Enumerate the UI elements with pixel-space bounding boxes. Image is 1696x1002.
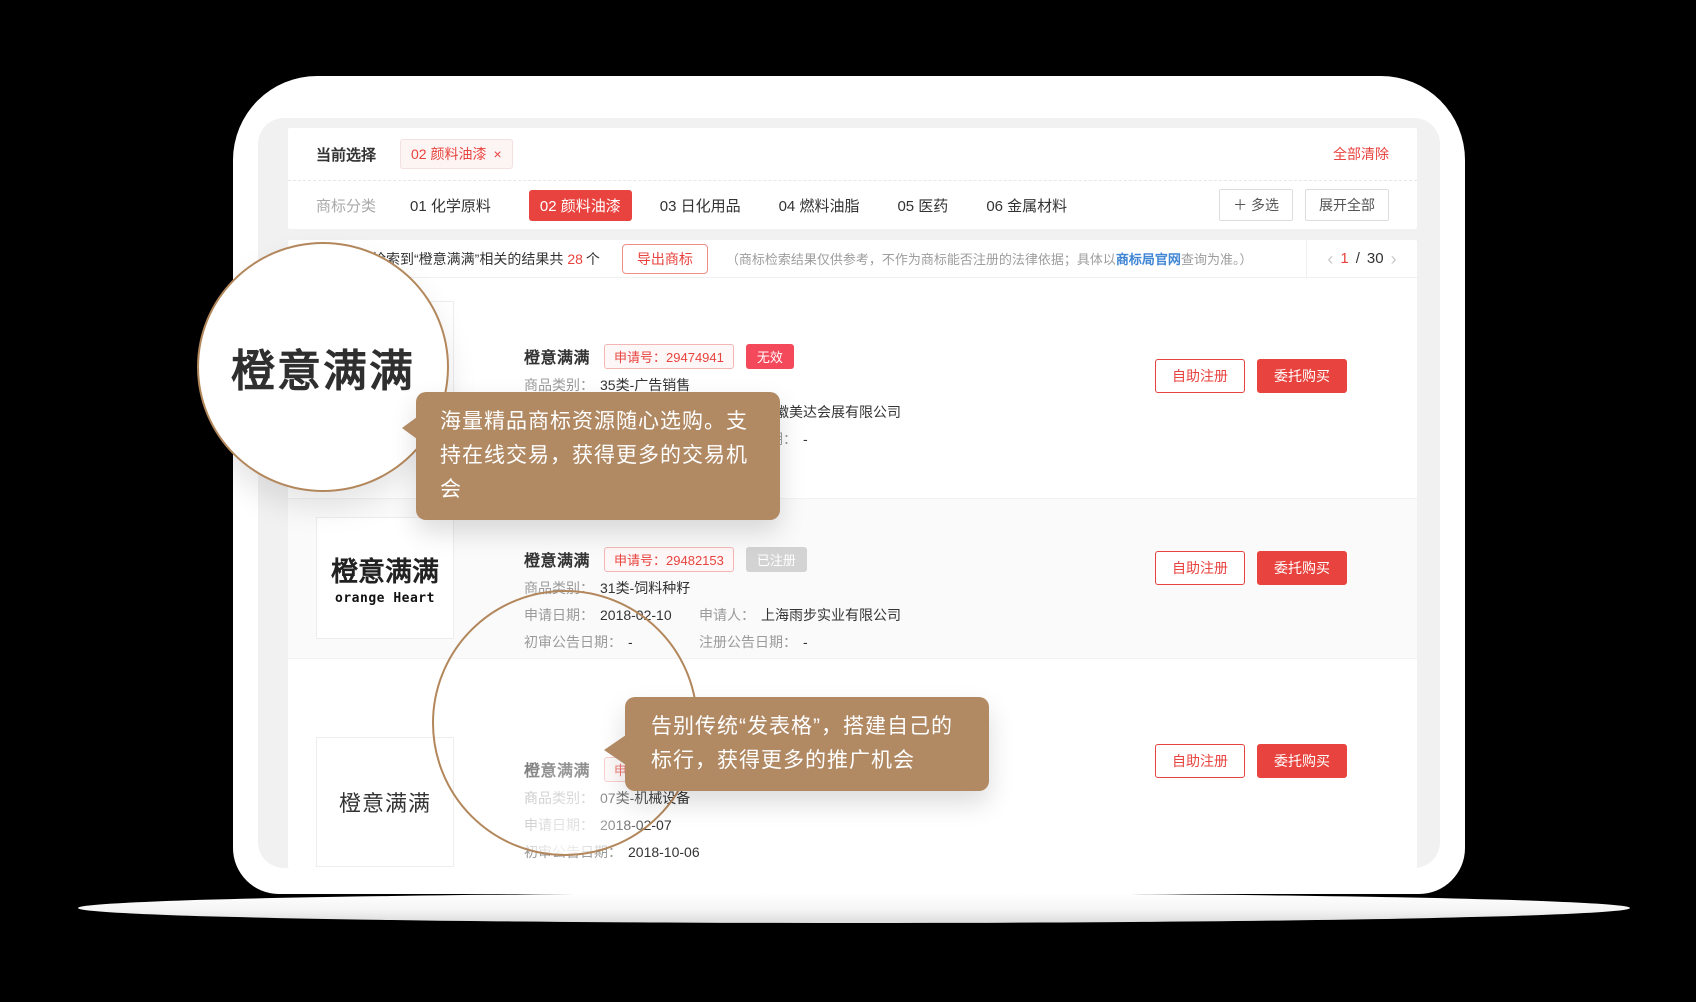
tooltip-promotion: 告别传统“发表格”，搭建自己的标行，获得更多的推广机会 (625, 697, 989, 791)
category-01[interactable]: 01 化学原料 (410, 195, 491, 216)
filter-panel: 当前选择 02 颜料油漆 × 全部清除 商标分类 01 化学原料 02 颜料油漆… (288, 128, 1417, 229)
row-actions: 自助注册 委托购买 (1155, 744, 1347, 778)
results-header: 当前分类检索到“橙意满满”相关的结果共28个 导出商标 （商标检索结果仅供参考，… (288, 240, 1417, 278)
summary-suffix: 个 (586, 251, 600, 267)
selected-filter-tag[interactable]: 02 颜料油漆 × (400, 139, 513, 169)
field-value: 2018-10-06 (628, 843, 700, 861)
field-value: 31类-饲料种籽 (600, 579, 690, 597)
trademark-image-subtext: orange Heart (335, 591, 435, 606)
category-04[interactable]: 04 燃料油脂 (779, 195, 860, 216)
status-badge: 无效 (746, 344, 794, 369)
expand-all-button[interactable]: 展开全部 (1305, 189, 1389, 221)
magnifier-circle-trademark: 橙意满满 (197, 242, 449, 492)
page-separator: / (1356, 250, 1360, 267)
disclaimer-prefix: （商标检索结果仅供参考，不作为商标能否注册的法律依据；具体以 (726, 252, 1116, 267)
entrust-purchase-button[interactable]: 委托购买 (1257, 744, 1347, 778)
trademark-image-text: 橙意满满 (339, 786, 431, 818)
selected-filter-tag-label: 02 颜料油漆 (411, 144, 486, 164)
next-page-icon[interactable]: › (1391, 250, 1397, 268)
trademark-image[interactable]: 橙意满满 (316, 737, 454, 867)
entrust-purchase-button[interactable]: 委托购买 (1257, 551, 1347, 585)
application-number-tag: 申请号：29474941 (604, 344, 734, 369)
entrust-purchase-button[interactable]: 委托购买 (1257, 359, 1347, 393)
trademark-name: 橙意满满 (524, 547, 590, 571)
page-background: 当前选择 02 颜料油漆 × 全部清除 商标分类 01 化学原料 02 颜料油漆… (0, 0, 1696, 1002)
field-label: 注册公告日期： (699, 633, 797, 651)
results-count: 28 (567, 251, 583, 267)
trademark-office-link[interactable]: 商标局官网 (1116, 252, 1181, 267)
laptop-base (78, 893, 1630, 923)
row-actions: 自助注册 委托购买 (1155, 359, 1347, 393)
application-number-value: 29474941 (666, 350, 724, 365)
category-row-label: 商标分类 (316, 195, 376, 216)
current-selection-label: 当前选择 (316, 144, 376, 165)
multi-select-button[interactable]: ＋ 多选 (1219, 189, 1293, 221)
trademark-image-text: 橙意满满 (331, 550, 439, 589)
category-05[interactable]: 05 医药 (897, 195, 948, 216)
result-row: 橙意满满 orange Heart 橙意满满 申请号：29482153 已注册 … (288, 499, 1417, 659)
remove-tag-icon[interactable]: × (493, 147, 501, 161)
export-trademark-button[interactable]: 导出商标 (622, 244, 708, 274)
self-register-button[interactable]: 自助注册 (1155, 551, 1245, 585)
current-selection-row: 当前选择 02 颜料油漆 × 全部清除 (288, 128, 1417, 181)
field-label: 申请人： (699, 606, 755, 624)
self-register-button[interactable]: 自助注册 (1155, 744, 1245, 778)
trademark-image[interactable]: 橙意满满 orange Heart (316, 517, 454, 639)
row-actions: 自助注册 委托购买 (1155, 551, 1347, 585)
application-number-label: 申请号： (614, 350, 666, 365)
field-value: - (803, 430, 808, 448)
category-03[interactable]: 03 日化用品 (660, 195, 741, 216)
self-register-button[interactable]: 自助注册 (1155, 359, 1245, 393)
field-value: 上海雨步实业有限公司 (761, 606, 901, 624)
application-number-tag: 申请号：29482153 (604, 547, 734, 572)
prev-page-icon[interactable]: ‹ (1327, 250, 1333, 268)
field-value: - (803, 633, 808, 651)
status-badge: 已注册 (746, 547, 807, 572)
tooltip-marketplace: 海量精品商标资源随心选购。支持在线交易，获得更多的交易机会 (416, 392, 780, 520)
disclaimer-suffix: 查询为准。） (1181, 252, 1253, 267)
category-06[interactable]: 06 金属材料 (986, 195, 1067, 216)
pagination: ‹ 1 / 30 › (1306, 240, 1417, 277)
current-page: 1 (1340, 250, 1348, 267)
application-number-label: 申请号： (614, 553, 666, 568)
trademark-name: 橙意满满 (524, 344, 590, 368)
application-number-value: 29482153 (666, 553, 724, 568)
total-pages: 30 (1367, 250, 1384, 267)
category-02-selected[interactable]: 02 颜料油漆 (529, 190, 632, 221)
category-row: 商标分类 01 化学原料 02 颜料油漆 03 日化用品 04 燃料油脂 05 … (288, 181, 1417, 229)
clear-all-link[interactable]: 全部清除 (1333, 144, 1389, 164)
magnified-trademark-text: 橙意满满 (231, 335, 415, 399)
field-value: 安徽美达会展有限公司 (761, 403, 901, 421)
